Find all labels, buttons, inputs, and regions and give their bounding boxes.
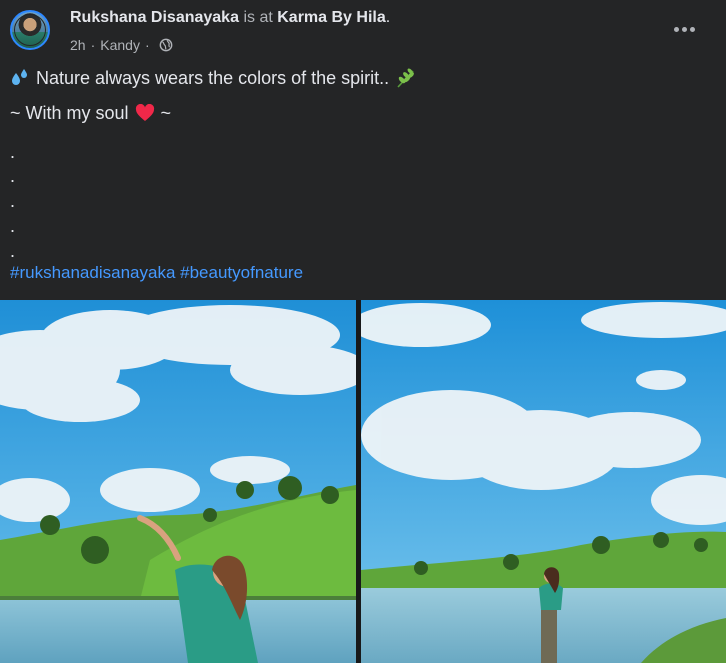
avatar-ring	[14, 14, 46, 46]
post-location[interactable]: Kandy	[100, 36, 140, 54]
meta-separator: ·	[144, 37, 150, 53]
hashtag-link[interactable]: #beautyofnature	[180, 261, 303, 285]
more-options-button[interactable]	[666, 14, 702, 44]
red-heart-icon	[135, 104, 154, 121]
photo-lake-left[interactable]	[0, 300, 356, 663]
caption-dot: .	[10, 191, 16, 211]
post-header: Rukshana Disanayaka is at Karma By Hila.…	[0, 0, 726, 62]
caption-dot: .	[10, 241, 16, 261]
author-line: Rukshana Disanayaka is at Karma By Hila.	[70, 8, 390, 28]
hashtags: #rukshanadisanayaka #beautyofnature	[10, 261, 303, 285]
more-horizontal-icon	[673, 26, 695, 32]
caption-line-1: Nature always wears the colors of the sp…	[10, 66, 417, 90]
sweat-droplets-icon	[12, 69, 27, 85]
caption-soul-suffix: ~	[160, 103, 172, 123]
caption-dot: .	[10, 166, 16, 186]
caption-dot: .	[10, 142, 16, 162]
post-meta: 2h · Kandy ·	[70, 36, 173, 54]
caption-soul-prefix: ~ With my soul	[10, 103, 129, 123]
caption-line-2: ~ With my soul ~	[10, 101, 171, 125]
photo-right-scene	[361, 300, 726, 663]
at-text: is at	[243, 9, 273, 26]
post-time[interactable]: 2h	[70, 36, 86, 54]
caption-dot: .	[10, 216, 16, 236]
globe-icon[interactable]	[159, 38, 173, 52]
photo-left-scene	[0, 300, 356, 663]
photo-lake-right[interactable]	[361, 300, 726, 663]
meta-separator: ·	[90, 37, 96, 53]
place-name[interactable]: Karma By Hila	[277, 9, 386, 26]
hashtag-link[interactable]: #rukshanadisanayaka	[10, 261, 175, 285]
avatar[interactable]	[10, 10, 50, 50]
caption-text: Nature always wears the colors of the sp…	[36, 68, 390, 88]
author-name[interactable]: Rukshana Disanayaka	[70, 9, 239, 26]
author-dot: .	[385, 9, 391, 26]
herb-icon	[397, 68, 415, 88]
